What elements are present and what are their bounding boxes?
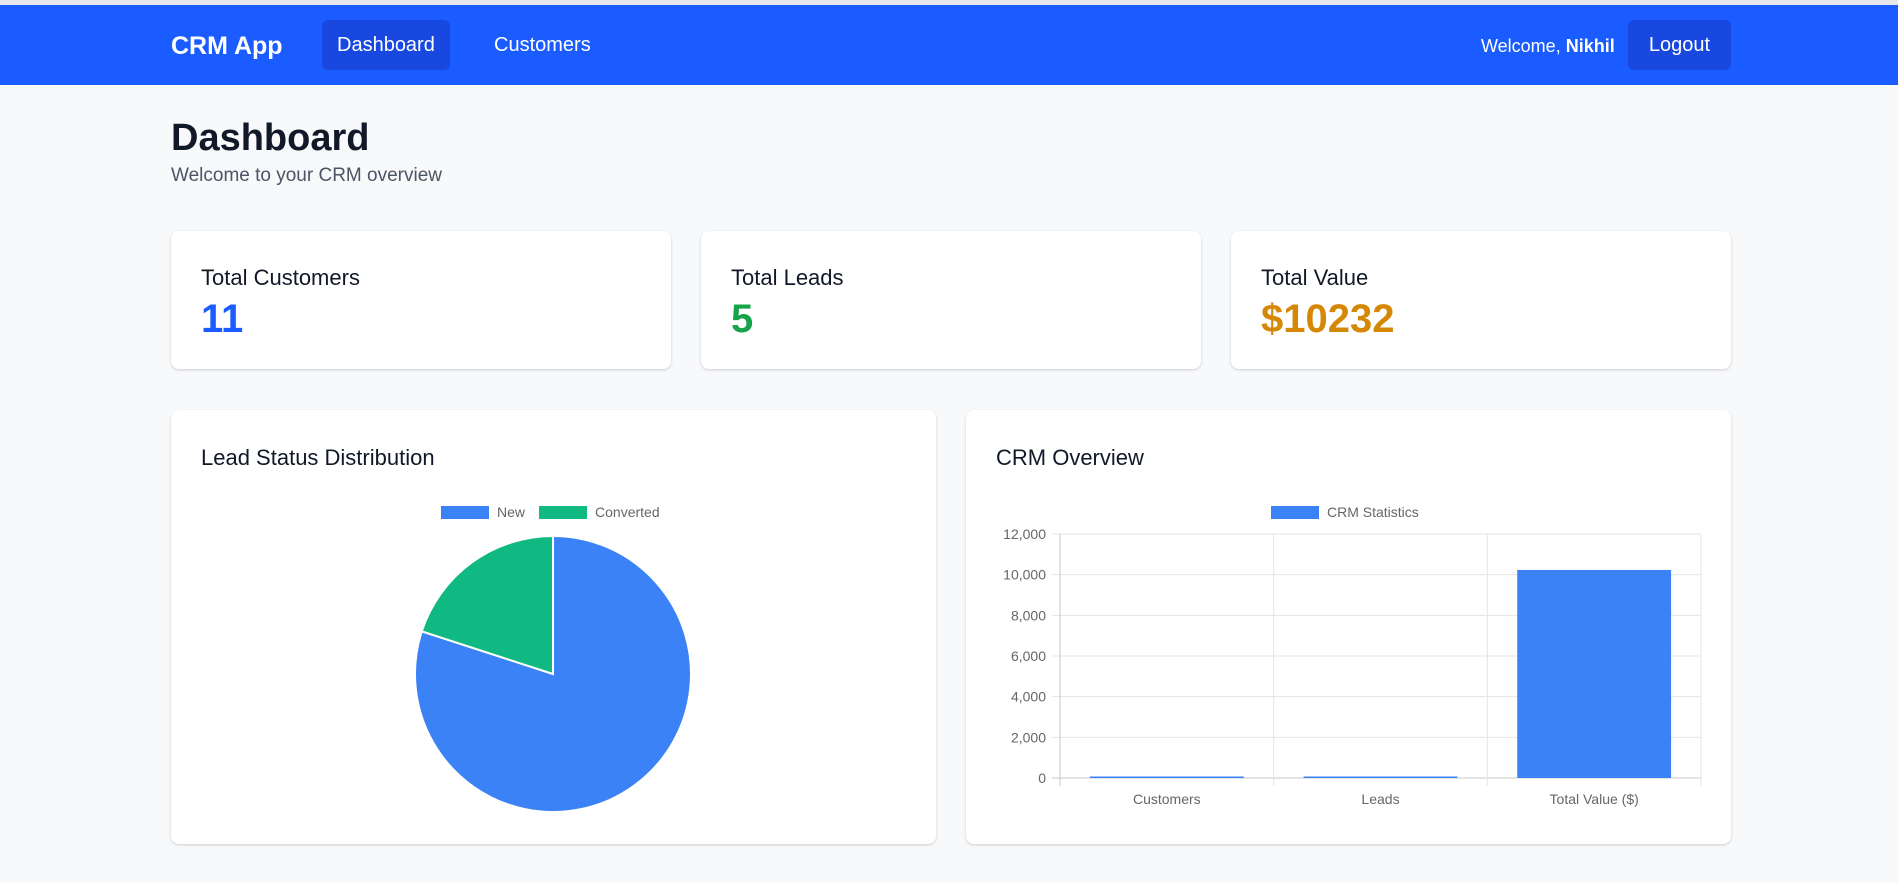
y-tick-label: 0 — [1038, 770, 1046, 786]
user-name: Nikhil — [1565, 36, 1615, 56]
bar-legend-label: CRM Statistics — [1327, 504, 1419, 520]
lead-status-card: Lead Status Distribution New Converted — [171, 410, 936, 844]
bar-legend-swatch — [1271, 506, 1319, 519]
x-tick-label: Total Value ($) — [1550, 791, 1639, 807]
stat-value-leads: 5 — [731, 297, 754, 341]
y-tick-label: 6,000 — [1011, 648, 1046, 664]
bar-leads[interactable] — [1303, 776, 1458, 779]
bar-customers[interactable] — [1089, 776, 1244, 779]
stat-label-customers: Total Customers — [201, 265, 360, 290]
brand-logo[interactable]: CRM App — [171, 32, 283, 61]
stat-value-value: $10232 — [1261, 297, 1395, 341]
logout-button[interactable]: Logout — [1628, 20, 1731, 70]
pie-legend-converted[interactable]: Converted — [539, 504, 660, 520]
pie-legend-new[interactable]: New — [441, 504, 526, 520]
page-title: Dashboard — [171, 117, 370, 159]
page-subtitle: Welcome to your CRM overview — [171, 165, 443, 186]
lead-status-pie-chart: New Converted — [414, 504, 692, 813]
crm-overview-card: CRM Overview CRM Statistics 0 2,000 4,000 6,… — [966, 410, 1731, 844]
y-tick-label: 2,000 — [1011, 729, 1046, 745]
stat-value-customers: 11 — [201, 297, 244, 341]
stat-card-customers: Total Customers 11 — [171, 231, 671, 369]
pie-legend-label: New — [497, 504, 526, 520]
stat-card-value: Total Value $10232 — [1231, 231, 1731, 369]
y-tick-label: 12,000 — [1003, 526, 1046, 542]
welcome-prefix: Welcome, — [1481, 36, 1561, 56]
navbar: CRM App Dashboard Customers Welcome, Nik… — [0, 5, 1898, 85]
stat-label-value: Total Value — [1261, 265, 1369, 290]
bar-legend-crm-statistics[interactable]: CRM Statistics — [1271, 504, 1419, 520]
stat-card-leads: Total Leads 5 — [701, 231, 1201, 369]
nav-dashboard[interactable]: Dashboard — [322, 20, 450, 70]
pie-legend-label: Converted — [595, 504, 660, 520]
pie-legend-swatch — [441, 506, 489, 519]
crm-overview-bar-chart: CRM Statistics 0 2,000 4,000 6,000 8,000 10,00… — [1003, 504, 1702, 807]
y-tick-label: 10,000 — [1003, 567, 1046, 583]
bar-total-value[interactable] — [1517, 569, 1672, 778]
y-tick-label: 4,000 — [1011, 689, 1046, 705]
x-tick-label: Customers — [1133, 791, 1201, 807]
x-tick-label: Leads — [1361, 791, 1399, 807]
welcome-text: Welcome, Nikhil — [1481, 36, 1615, 57]
pie-legend-swatch — [539, 506, 588, 519]
stat-label-leads: Total Leads — [731, 265, 844, 290]
nav-customers[interactable]: Customers — [479, 20, 606, 70]
y-tick-label: 8,000 — [1011, 607, 1046, 623]
